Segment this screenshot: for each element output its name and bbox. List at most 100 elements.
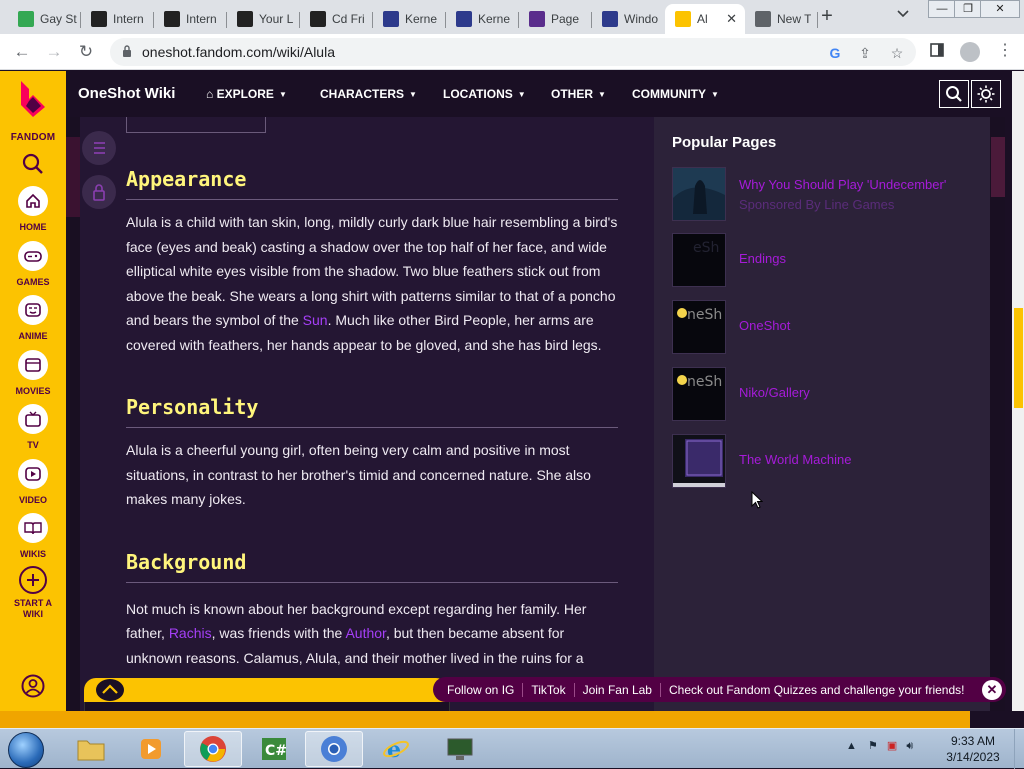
tiktok-link[interactable]: TikTok <box>523 682 575 697</box>
popular-page-link[interactable]: OneShot <box>739 316 969 336</box>
start-button[interactable] <box>8 732 44 768</box>
taskbar-chrome[interactable] <box>184 731 242 767</box>
link-author[interactable]: Author <box>345 625 385 641</box>
action-center-icon[interactable]: ⚑ <box>868 740 878 752</box>
popular-page-link[interactable]: Endings <box>739 249 969 269</box>
link-rachis[interactable]: Rachis <box>169 625 212 641</box>
reload-icon[interactable]: ↻ <box>76 42 96 62</box>
omnibox[interactable]: oneshot.fandom.com/wiki/Alula G ⇪ ☆ <box>110 38 916 66</box>
nav-community[interactable]: COMMUNITY ▼ <box>632 87 719 101</box>
side-panel-icon[interactable] <box>928 43 946 61</box>
plus-icon <box>19 566 47 594</box>
clock-date: 3/14/2023 <box>946 750 1000 764</box>
taskbar-chromium[interactable] <box>305 731 363 767</box>
minimize-button[interactable]: — <box>928 0 956 18</box>
forward-icon[interactable]: → <box>44 42 64 62</box>
tab-search-icon[interactable] <box>896 8 912 24</box>
browser-tab[interactable]: Intern <box>81 4 154 34</box>
toc-list-icon <box>94 142 105 154</box>
tab-title: Windo <box>624 12 659 26</box>
profile-avatar[interactable] <box>960 42 980 62</box>
fandom-quizzes-link[interactable]: Check out Fandom Quizzes and challenge y… <box>661 683 973 697</box>
volume-icon[interactable]: 🔊︎ <box>906 740 913 752</box>
tray-expand-icon[interactable]: ▲ <box>846 740 857 752</box>
popular-page-link[interactable]: Niko/Gallery <box>739 383 969 403</box>
rail-item-home[interactable]: HOME <box>0 186 66 233</box>
explore-icon: ⌂ <box>206 87 214 101</box>
theme-toggle-button[interactable] <box>971 80 1001 108</box>
back-icon[interactable]: ← <box>12 42 32 62</box>
svg-text:e: e <box>387 737 401 763</box>
show-desktop-button[interactable] <box>1014 729 1024 769</box>
rail-item-games[interactable]: GAMES <box>0 241 66 288</box>
table-of-contents-button[interactable] <box>82 131 116 165</box>
k-icon <box>602 11 618 27</box>
join-fan-lab-link[interactable]: Join Fan Lab <box>575 682 661 697</box>
browser-tab[interactable]: Gay St <box>8 4 81 34</box>
browser-tab[interactable]: Kerne <box>446 4 519 34</box>
popular-page-link[interactable]: Why You Should Play 'Undecember' Sponsor… <box>739 175 969 215</box>
popular-page-item[interactable]: Why You Should Play 'Undecember' Sponsor… <box>672 167 972 221</box>
expand-up-button[interactable] <box>96 679 124 701</box>
link-sun[interactable]: Sun <box>303 312 328 328</box>
rail-item-tv[interactable]: TV <box>0 404 66 451</box>
browser-tab[interactable]: New T <box>745 4 818 34</box>
browser-tab[interactable]: Intern <box>154 4 227 34</box>
browser-tab[interactable]: Page <box>519 4 592 34</box>
browser-tab[interactable]: Kerne <box>373 4 446 34</box>
fan-feed-panel-edge <box>84 702 450 711</box>
browser-tab[interactable]: Al ✕ <box>665 4 745 34</box>
new-tab-button[interactable]: + <box>816 6 838 28</box>
popular-page-item[interactable]: The World Machine <box>672 434 972 488</box>
nav-other[interactable]: OTHER ▼ <box>551 87 606 101</box>
taskbar-explorer[interactable] <box>62 731 120 767</box>
tab-close-icon[interactable]: ✕ <box>726 11 737 27</box>
google-icon[interactable]: G <box>826 44 844 62</box>
bookmark-star-icon[interactable]: ☆ <box>888 44 906 62</box>
restore-button[interactable]: ❐ <box>954 0 982 18</box>
archive-icon <box>237 11 253 27</box>
taskbar-remote-desktop[interactable] <box>431 731 489 767</box>
taskbar-csharp[interactable]: C# <box>245 731 303 767</box>
taskbar-clock[interactable]: 9:33 AM 3/14/2023 <box>940 733 1006 765</box>
address-bar: ← → ↻ oneshot.fandom.com/wiki/Alula G ⇪ … <box>0 34 1024 70</box>
browser-menu-icon[interactable]: ⋮ <box>997 40 1013 60</box>
browser-tab[interactable]: Windo <box>592 4 665 34</box>
window-close-button[interactable]: ✕ <box>980 0 1020 18</box>
nav-locations[interactable]: LOCATIONS ▼ <box>443 87 526 101</box>
rail-item-start-a-wiki[interactable]: START A WIKI <box>0 566 66 620</box>
page-scrollbar-thumb[interactable] <box>1014 308 1023 408</box>
network-icon[interactable]: ▣ <box>887 740 897 752</box>
taskbar-media-player[interactable] <box>122 731 180 767</box>
rail-item-anime[interactable]: ANIME <box>0 295 66 342</box>
fan-feed-tab[interactable] <box>84 678 448 702</box>
edit-lock-button[interactable] <box>82 175 116 209</box>
chromium-icon <box>321 736 347 762</box>
popular-page-item[interactable]: neSh OneShot <box>672 300 972 354</box>
search-icon[interactable] <box>22 153 44 175</box>
nav-locations-label: LOCATIONS <box>443 87 513 101</box>
browser-tab-strip: Gay St Intern Intern Your L Cd Fri Kerne Kerne… <box>0 0 1024 34</box>
taskbar-internet-explorer[interactable]: e <box>367 731 425 767</box>
close-icon[interactable]: ✕ <box>982 680 1002 700</box>
fandom-logo-icon[interactable] <box>17 79 49 119</box>
popular-page-item[interactable]: eSh Endings <box>672 233 972 287</box>
browser-tab[interactable]: Your L <box>227 4 300 34</box>
popular-page-link[interactable]: The World Machine <box>739 450 969 470</box>
chevron-down-icon: ▼ <box>278 90 287 99</box>
wiki-title-link[interactable]: OneShot Wiki <box>78 85 175 102</box>
share-icon[interactable]: ⇪ <box>856 44 874 62</box>
rail-item-video[interactable]: VIDEO <box>0 459 66 506</box>
nav-explore[interactable]: ⌂ EXPLORE ▼ <box>206 87 287 101</box>
infobox-bottom-edge <box>126 117 266 133</box>
nav-characters[interactable]: CHARACTERS ▼ <box>320 87 417 101</box>
user-account-icon[interactable] <box>21 674 45 698</box>
url-text[interactable]: oneshot.fandom.com/wiki/Alula <box>142 44 335 60</box>
follow-ig-link[interactable]: Follow on IG <box>447 682 524 697</box>
rail-item-movies[interactable]: MOVIES <box>0 350 66 397</box>
popular-page-title[interactable]: Why You Should Play 'Undecember' <box>739 177 946 192</box>
wiki-search-button[interactable] <box>939 80 969 108</box>
browser-tab[interactable]: Cd Fri <box>300 4 373 34</box>
popular-page-item[interactable]: neSh Niko/Gallery <box>672 367 972 421</box>
rail-item-wikis[interactable]: WIKIS <box>0 513 66 560</box>
